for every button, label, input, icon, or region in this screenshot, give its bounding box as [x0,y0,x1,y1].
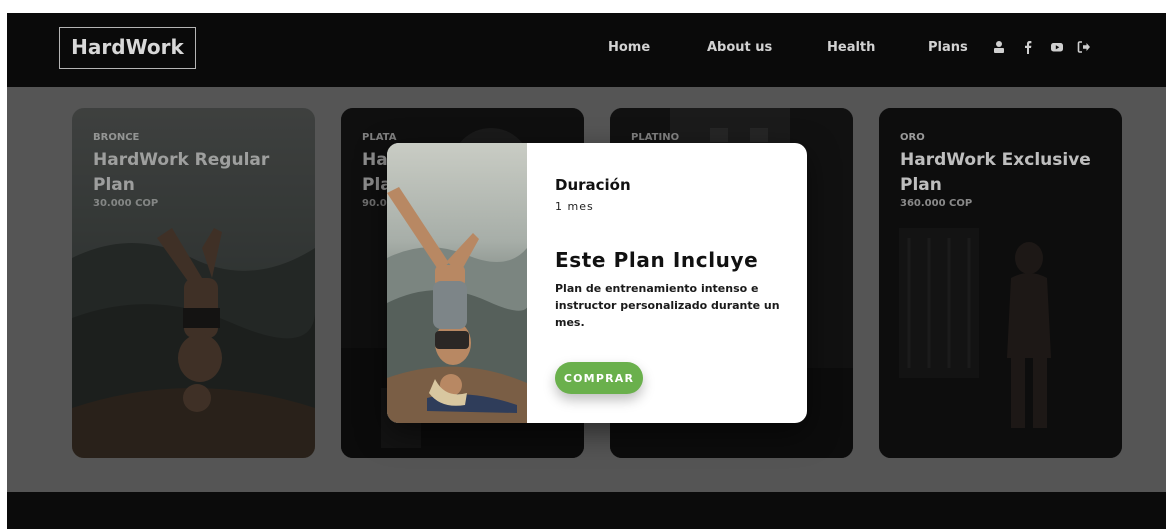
nav-link-plans[interactable]: Plans [928,40,968,55]
plan-card-bronce[interactable]: BRONCE HardWork Regular Plan 30.000 COP [72,108,315,458]
plan-detail-modal: Duración 1 mes Este Plan Incluye Plan de… [387,143,807,423]
page-backdrop: HardWork Home About us Health Plans BRON… [7,13,1166,529]
buy-button[interactable]: COMPRAR [555,362,643,394]
duration-value: 1 mes [555,200,594,213]
plan-card-oro[interactable]: ORO HardWork Exclusive Plan 360.000 COP [879,108,1122,458]
card-title: HardWork Exclusive Plan [900,150,1091,195]
card-tier: PLATINO [631,132,680,143]
card-price: 30.000 COP [93,198,159,209]
nav-link-health[interactable]: Health [827,40,875,55]
card-tier: BRONCE [93,132,140,143]
card-tier: PLATA [362,132,397,143]
plan-description: Plan de entrenamiento intenso e instruct… [555,282,780,329]
youtube-icon[interactable] [1050,40,1064,54]
card-price: 360.000 COP [900,198,973,209]
card-price: 90.0 [362,198,387,209]
plan-includes-heading: Este Plan Incluye [555,248,759,272]
navbar: HardWork Home About us Health Plans [7,13,1166,87]
user-icon[interactable] [992,40,1006,54]
nav-link-about-us[interactable]: About us [707,40,772,55]
card-tier: ORO [900,132,925,143]
logout-icon[interactable] [1077,40,1091,54]
duration-label: Duración [555,176,631,194]
footer [7,492,1166,529]
modal-photo-yoga-headstand [387,143,527,423]
logo[interactable]: HardWork [59,27,196,69]
nav-link-home[interactable]: Home [608,40,650,55]
card-title: HardWork Regular Plan [93,150,270,195]
modal-body: Duración 1 mes Este Plan Incluye Plan de… [555,143,795,423]
facebook-icon[interactable] [1021,40,1035,54]
